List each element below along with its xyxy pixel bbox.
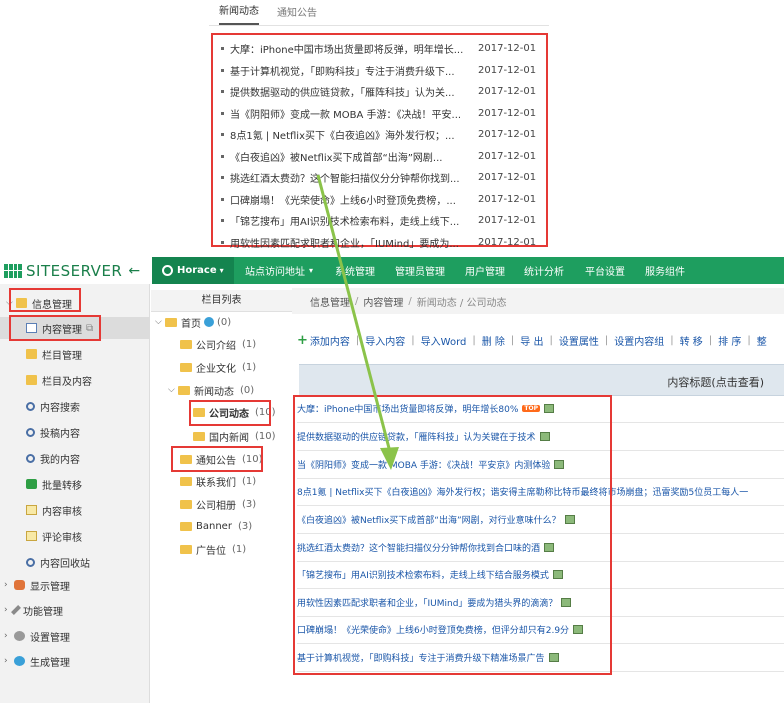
annotation-arrow — [316, 174, 399, 470]
